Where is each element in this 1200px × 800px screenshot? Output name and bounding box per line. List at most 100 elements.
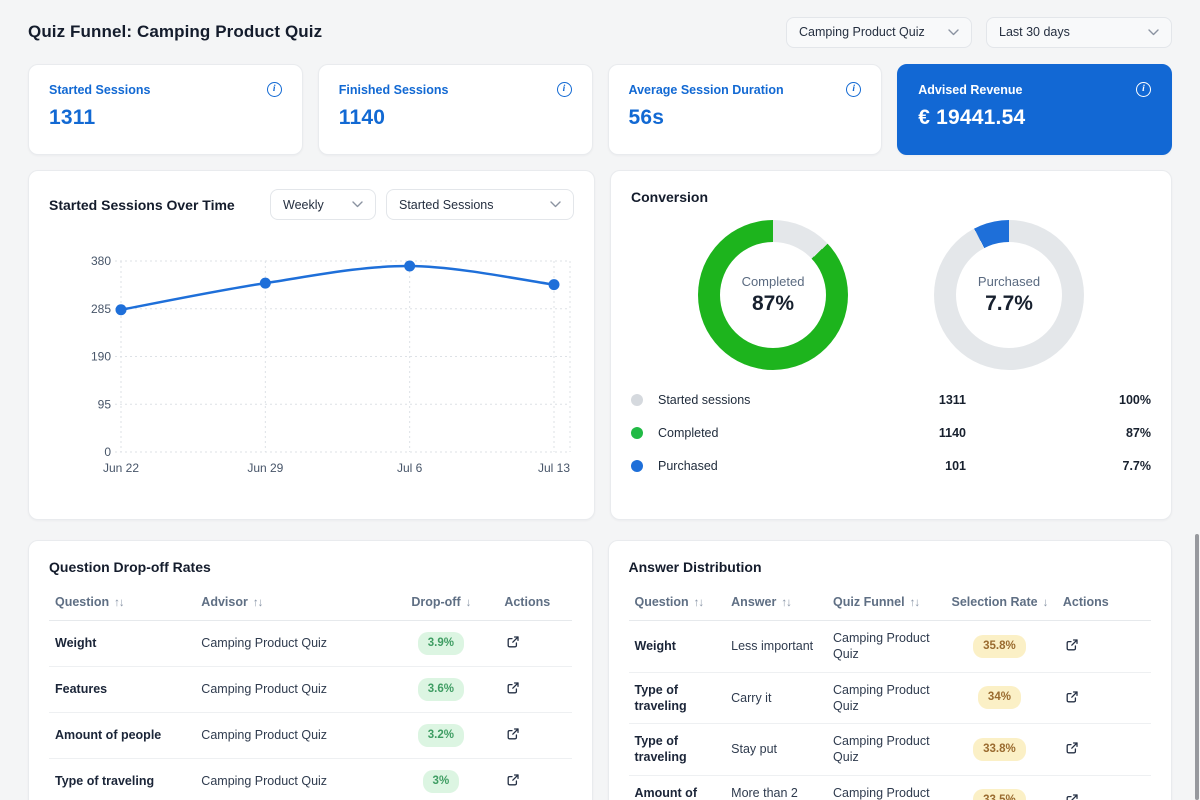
table-row: Type of traveling Camping Product Quiz 3% [49, 758, 572, 800]
chevron-down-icon [550, 201, 561, 208]
vertical-scrollbar[interactable] [1195, 534, 1199, 800]
open-details-button[interactable] [504, 725, 522, 743]
answer-distribution-card: Answer Distribution Question ↑↓ Answer ↑↓ Qu… [607, 540, 1172, 800]
external-link-icon [507, 636, 519, 648]
actions-cell [498, 758, 572, 800]
column-header-actions: Actions [498, 585, 572, 621]
open-details-button[interactable] [504, 679, 522, 697]
actions-cell [498, 666, 572, 713]
sessions-line-chart: 0 95 190 285 380 Jun 22 Jun 29 Jul 6 Jul 13 [49, 226, 574, 483]
column-label: Quiz Funnel [833, 595, 905, 609]
stat-value: 1311 [49, 106, 96, 129]
question-cell: Features [49, 666, 196, 713]
column-header-question[interactable]: Question ↑↓ [628, 585, 726, 621]
legend-row: Started sessions 1311 100% [631, 383, 1151, 416]
open-details-button[interactable] [1063, 791, 1081, 800]
svg-text:Jun 29: Jun 29 [247, 461, 283, 475]
purchased-donut-chart: Purchased 7.7% [934, 220, 1084, 370]
svg-text:285: 285 [91, 302, 111, 316]
answer-table-title: Answer Distribution [628, 559, 762, 575]
column-label: Drop-off [411, 595, 461, 609]
donut-value: 7.7% [985, 292, 1033, 315]
advisor-cell: Camping Product Quiz [195, 712, 384, 759]
advisor-cell: Camping Product Quiz [195, 666, 384, 713]
date-range-select[interactable]: Last 30 days [986, 16, 1172, 48]
header-filters: Camping Product Quiz Last 30 days [786, 16, 1172, 48]
dashboard: Quiz Funnel: Camping Product Quiz Campin… [0, 14, 1200, 800]
sort-both-icon: ↑↓ [114, 597, 124, 609]
data-point[interactable] [115, 304, 127, 316]
question-cell: Type of traveling [628, 723, 726, 776]
sort-desc-icon: ↓ [465, 597, 472, 609]
answer-cell: Less important [725, 620, 828, 673]
column-header-quiz-funnel[interactable]: Quiz Funnel ↑↓ [827, 585, 942, 621]
info-icon[interactable]: i [266, 82, 282, 97]
svg-text:0: 0 [104, 445, 111, 459]
column-header-selection-rate[interactable]: Selection Rate ↓ [941, 585, 1057, 621]
metric-select[interactable]: Started Sessions [386, 189, 574, 220]
open-details-button[interactable] [1063, 739, 1081, 757]
sessions-over-time-card: Started Sessions Over Time Weekly Starte… [28, 170, 595, 520]
legend-row: Purchased 101 7.7% [631, 449, 1151, 482]
table-row: Weight Less important Camping Product Quiz… [628, 620, 1151, 673]
stat-value: 1140 [338, 106, 386, 129]
quiz-select-value: Camping Product Quiz [799, 25, 925, 39]
info-icon[interactable]: i [846, 82, 862, 97]
header: Quiz Funnel: Camping Product Quiz Campin… [28, 14, 1172, 50]
column-label: Actions [1062, 595, 1109, 609]
sort-both-icon: ↑↓ [909, 597, 920, 609]
conversion-title: Conversion [631, 189, 709, 205]
column-label: Question [55, 595, 110, 609]
legend-value: 1311 [938, 392, 966, 407]
table-row: Amount of people Camping Product Quiz 3.2% [49, 712, 572, 759]
quiz-funnel-cell: Camping Product Quiz [827, 723, 942, 776]
column-header-advisor[interactable]: Advisor ↑↓ [195, 585, 384, 621]
stat-card-started-sessions: Started Sessions i 1311 [28, 64, 303, 155]
actions-cell [498, 620, 572, 667]
dropoff-badge: 3.9% [417, 632, 464, 655]
chevron-down-icon [1148, 28, 1159, 35]
open-details-button[interactable] [1063, 688, 1081, 706]
external-link-icon [507, 728, 519, 740]
svg-text:95: 95 [98, 397, 112, 411]
quiz-funnel-cell: Camping Product Quiz [827, 775, 942, 800]
stat-card-session-duration: Average Session Duration i 56s [607, 64, 883, 155]
column-header-answer[interactable]: Answer ↑↓ [725, 585, 828, 621]
data-point[interactable] [548, 279, 560, 291]
selection-rate-badge-cell: 34% [941, 672, 1057, 724]
external-link-icon [507, 774, 519, 786]
info-icon[interactable]: i [1136, 82, 1151, 97]
table-row: Amount of peopleMore than 2 peopleCampin… [628, 775, 1151, 800]
selection-rate-badge: 33.8% [973, 737, 1026, 761]
legend-dot-icon [631, 393, 643, 406]
legend-label: Completed [658, 425, 719, 440]
data-point[interactable] [404, 260, 416, 272]
info-icon[interactable]: i [556, 82, 572, 97]
open-details-button[interactable] [504, 771, 522, 789]
open-details-button[interactable] [504, 633, 522, 651]
column-label: Question [634, 595, 689, 609]
data-point[interactable] [259, 277, 271, 289]
question-dropoff-table: Question ↑↓ Advisor ↑↓ Drop-off ↓ Actions Weig… [49, 585, 572, 800]
interval-select[interactable]: Weekly [270, 189, 376, 220]
stat-card-advised-revenue: Advised Revenue i € 19441.54 [897, 64, 1172, 155]
page-title: Quiz Funnel: Camping Product Quiz [28, 22, 323, 41]
svg-text:Jun 22: Jun 22 [103, 461, 139, 475]
conversion-legend: Started sessions 1311 100% Completed 1140 87%… [631, 383, 1151, 482]
column-header-actions: Actions [1056, 585, 1151, 621]
column-header-question[interactable]: Question ↑↓ [49, 585, 196, 621]
selection-rate-badge-cell: 33.5% [941, 775, 1057, 800]
column-header-drop-off[interactable]: Drop-off ↓ [383, 585, 499, 621]
table-row: Type of traveling Carry it Camping Product… [628, 672, 1151, 724]
stat-label: Average Session Duration [628, 82, 784, 97]
column-label: Selection Rate [951, 595, 1038, 609]
quiz-select[interactable]: Camping Product Quiz [786, 16, 972, 48]
open-details-button[interactable] [1063, 636, 1081, 654]
legend-value: 101 [945, 458, 966, 473]
legend-pct: 100% [1119, 392, 1151, 407]
legend-value: 1140 [938, 425, 966, 440]
question-dropoff-card: Question Drop-off Rates Question ↑↓ Adviso… [28, 540, 593, 800]
donut-label: Completed [741, 274, 805, 289]
question-cell: Weight [49, 620, 196, 667]
sort-both-icon: ↑↓ [781, 597, 791, 609]
